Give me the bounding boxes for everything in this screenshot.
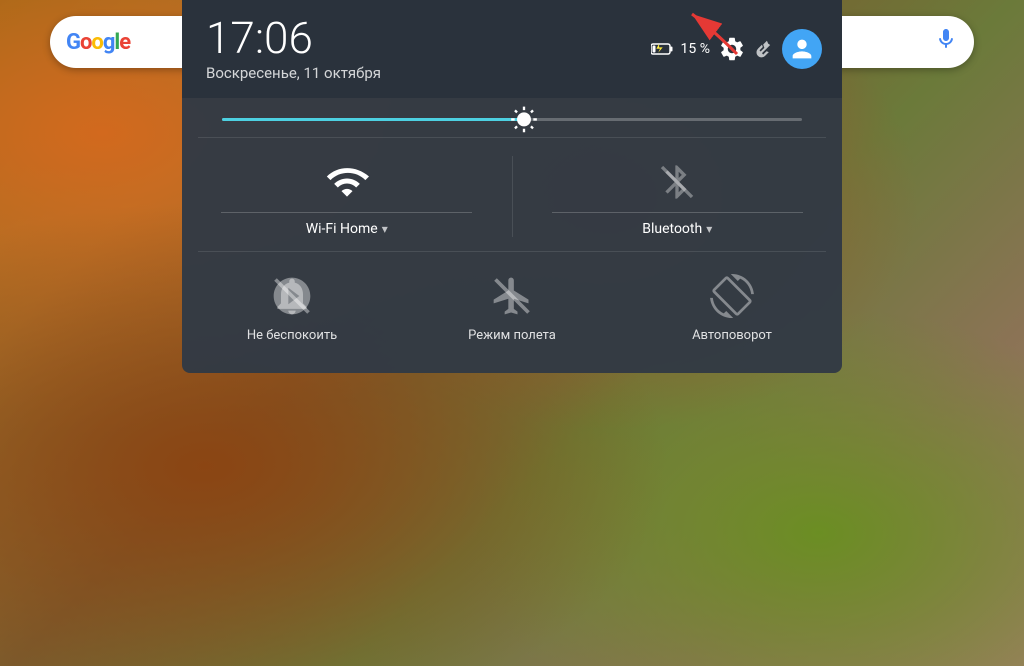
settings-icon[interactable] (718, 35, 746, 63)
autorotate-toggle[interactable]: Автоповорот (622, 260, 842, 353)
autorotate-label: Автоповорот (692, 328, 772, 343)
dnd-toggle[interactable]: Не беспокоить (182, 260, 402, 353)
brightness-thumb[interactable] (510, 106, 538, 134)
main-toggles-row: Wi-Fi Home ▾ Bluetooth ▾ (182, 138, 842, 251)
autorotate-icon (710, 274, 754, 318)
wifi-label-row: Wi-Fi Home ▾ (306, 221, 388, 237)
bottom-toggles-row: Не беспокоить Режим полета Автоповорот (182, 252, 842, 373)
autorotate-icon-wrap (706, 270, 758, 322)
dnd-icon (270, 274, 314, 318)
wifi-label: Wi-Fi Home (306, 221, 378, 237)
airplane-icon-wrap (486, 270, 538, 322)
brightness-slider-section (182, 98, 842, 137)
quick-settings-panel: 17:06 Воскресенье, 11 октября (182, 0, 842, 373)
bluetooth-dropdown-arrow[interactable]: ▾ (706, 222, 712, 236)
bluetooth-label-row: Bluetooth ▾ (642, 221, 712, 237)
airplane-icon (490, 274, 534, 318)
dnd-icon-wrap (266, 270, 318, 322)
qs-header: 17:06 Воскресенье, 11 октября (182, 0, 842, 98)
bluetooth-toggle[interactable]: Bluetooth ▾ (513, 146, 843, 247)
qs-date: Воскресенье, 11 октября (206, 64, 651, 82)
wifi-dropdown-arrow[interactable]: ▾ (382, 222, 388, 236)
qs-time-section: 17:06 Воскресенье, 11 октября (206, 16, 651, 82)
bluetooth-label: Bluetooth (642, 221, 702, 237)
wifi-icon (325, 160, 369, 204)
wifi-icon-wrap (321, 156, 373, 208)
status-icons: 15 % (651, 29, 822, 69)
bluetooth-icon (657, 162, 697, 202)
bluetooth-icon-wrap (651, 156, 703, 208)
google-logo: Google (66, 30, 130, 55)
user-avatar[interactable] (782, 29, 822, 69)
brightness-track[interactable] (222, 118, 802, 121)
bluetooth-separator (552, 212, 803, 213)
battery-icon (651, 42, 673, 56)
battery-percent: 15 % (681, 41, 710, 57)
brightness-fill (222, 118, 524, 121)
mic-icon[interactable] (934, 27, 958, 57)
wifi-separator (221, 212, 472, 213)
airplane-toggle[interactable]: Режим полета (402, 260, 622, 353)
airplane-label: Режим полета (468, 328, 556, 343)
qs-time: 17:06 (206, 16, 651, 60)
dnd-label: Не беспокоить (247, 328, 337, 343)
wrench-icon (754, 39, 774, 59)
wifi-toggle[interactable]: Wi-Fi Home ▾ (182, 146, 512, 247)
